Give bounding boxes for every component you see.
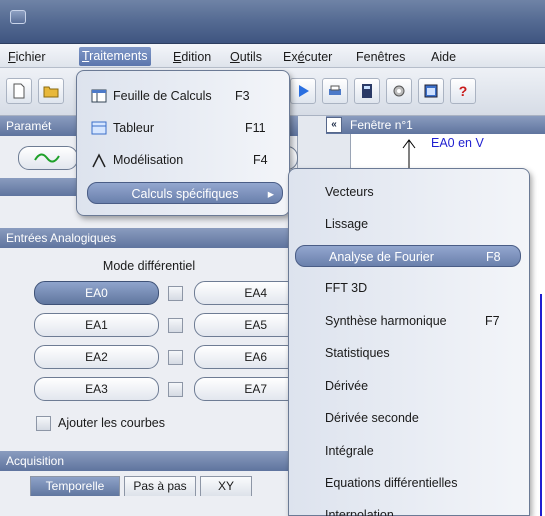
input-ea6-button[interactable]: EA6 <box>194 345 298 369</box>
submenu-item-interpolation[interactable]: Interpolation <box>319 504 519 516</box>
new-document-button[interactable] <box>6 78 32 104</box>
analog-inputs-header: Entrées Analogiques <box>0 228 298 248</box>
settings-button[interactable] <box>386 78 412 104</box>
window-title-bar: Fenêtre n°1 <box>326 116 545 134</box>
differential-mode-label: Mode différentiel <box>102 259 196 273</box>
curve-mode-button[interactable] <box>18 146 78 170</box>
new-document-icon <box>13 83 25 99</box>
ea0-checkbox[interactable] <box>168 286 183 301</box>
app-icon[interactable] <box>10 10 26 24</box>
menu-fichier[interactable]: Fichier <box>5 49 49 65</box>
menu-item-feuille-de-calculs[interactable]: Feuille de Calculs F3 <box>87 85 287 107</box>
print-button[interactable] <box>322 78 348 104</box>
submenu-item-derivee-seconde[interactable]: Dérivée seconde <box>319 407 519 429</box>
input-ea5-button[interactable]: EA5 <box>194 313 298 337</box>
submenu-item-analyse-de-fourier[interactable]: Analyse de Fourier F8 <box>295 245 521 267</box>
table-icon <box>91 121 107 135</box>
add-curves-label: Ajouter les courbes <box>58 416 166 430</box>
submenu-item-integrale[interactable]: Intégrale <box>319 440 519 462</box>
menu-outils[interactable]: Outils <box>227 49 265 65</box>
menu-aide[interactable]: Aide <box>428 49 459 65</box>
folder-icon <box>43 86 59 98</box>
open-folder-button[interactable] <box>38 78 64 104</box>
calculator-icon <box>362 84 372 98</box>
menu-item-modelisation[interactable]: Modélisation F4 <box>87 149 287 171</box>
ea3-checkbox[interactable] <box>168 382 183 397</box>
ea2-checkbox[interactable] <box>168 350 183 365</box>
menu-edition[interactable]: Edition <box>170 49 214 65</box>
window-title: Fenêtre n°1 <box>350 118 413 132</box>
add-curves-checkbox[interactable] <box>36 416 51 431</box>
submenu-item-statistiques[interactable]: Statistiques <box>319 342 519 364</box>
submenu-item-fft-3d[interactable]: FFT 3D <box>319 277 519 299</box>
calculs-specifiques-submenu: Vecteurs Lissage Analyse de Fourier F8 F… <box>288 168 530 516</box>
window-icon <box>424 84 438 98</box>
printer-icon <box>329 85 341 95</box>
spreadsheet-icon <box>91 89 107 103</box>
input-ea4-button[interactable]: EA4 <box>194 281 298 305</box>
input-ea7-button[interactable]: EA7 <box>194 377 298 401</box>
collapse-button[interactable]: « <box>326 117 342 133</box>
input-ea2-button[interactable]: EA2 <box>34 345 159 369</box>
menu-traitements[interactable]: Traitements <box>79 47 151 66</box>
question-mark-icon: ? <box>458 83 468 99</box>
submenu-item-derivee[interactable]: Dérivée <box>319 375 519 397</box>
input-ea1-button[interactable]: EA1 <box>34 313 159 337</box>
sine-wave-icon <box>34 153 60 163</box>
submenu-item-equations-differentielles[interactable]: Equations différentielles <box>319 472 525 494</box>
submenu-item-synthese-harmonique[interactable]: Synthèse harmonique F7 <box>319 310 519 332</box>
menu-executer[interactable]: Exécuter <box>280 49 335 65</box>
window-button[interactable] <box>418 78 444 104</box>
input-ea0-button[interactable]: EA0 <box>34 281 159 305</box>
lambda-icon <box>92 153 106 168</box>
tab-temporelle[interactable]: Temporelle <box>30 476 120 496</box>
input-ea3-button[interactable]: EA3 <box>34 377 159 401</box>
ea1-checkbox[interactable] <box>168 318 183 333</box>
help-button[interactable]: ? <box>450 78 476 104</box>
calculator-button[interactable] <box>354 78 380 104</box>
traitements-menu: Feuille de Calculs F3 Tableur F11 Modéli… <box>76 70 290 216</box>
tab-xy[interactable]: XY <box>200 476 252 496</box>
tab-pas-a-pas[interactable]: Pas à pas <box>124 476 196 496</box>
play-icon <box>299 85 309 97</box>
menu-item-calculs-specifiques[interactable]: Calculs spécifiques ▸ <box>87 182 283 204</box>
play-button[interactable] <box>290 78 316 104</box>
acquisition-header: Acquisition <box>0 451 298 471</box>
title-bar <box>0 0 545 44</box>
menu-fenetres[interactable]: Fenêtres <box>353 49 408 65</box>
submenu-item-lissage[interactable]: Lissage <box>319 213 519 235</box>
gear-icon <box>393 85 405 97</box>
submenu-item-vecteurs[interactable]: Vecteurs <box>319 181 519 203</box>
channel-label: EA0 en V <box>431 136 484 150</box>
menu-bar: Fichier Traitements Edition Outils Exécu… <box>0 44 545 68</box>
menu-item-tableur[interactable]: Tableur F11 <box>87 117 287 139</box>
